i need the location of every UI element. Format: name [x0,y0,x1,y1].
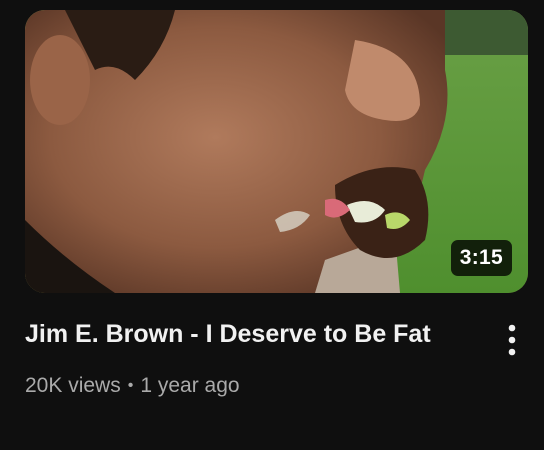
upload-age: 1 year ago [140,374,240,397]
more-options-button[interactable] [496,320,528,360]
video-metadata: 20K views • 1 year ago [25,372,240,400]
video-card[interactable]: 3:15 Jim E. Brown - I Deserve to Be Fat … [0,0,544,450]
more-vert-icon [508,324,516,356]
video-thumbnail[interactable]: 3:15 [25,10,528,293]
view-count: 20K views [25,374,121,397]
meta-separator: • [127,377,134,394]
video-title[interactable]: Jim E. Brown - I Deserve to Be Fat [25,318,465,350]
duration-badge: 3:15 [450,240,512,276]
